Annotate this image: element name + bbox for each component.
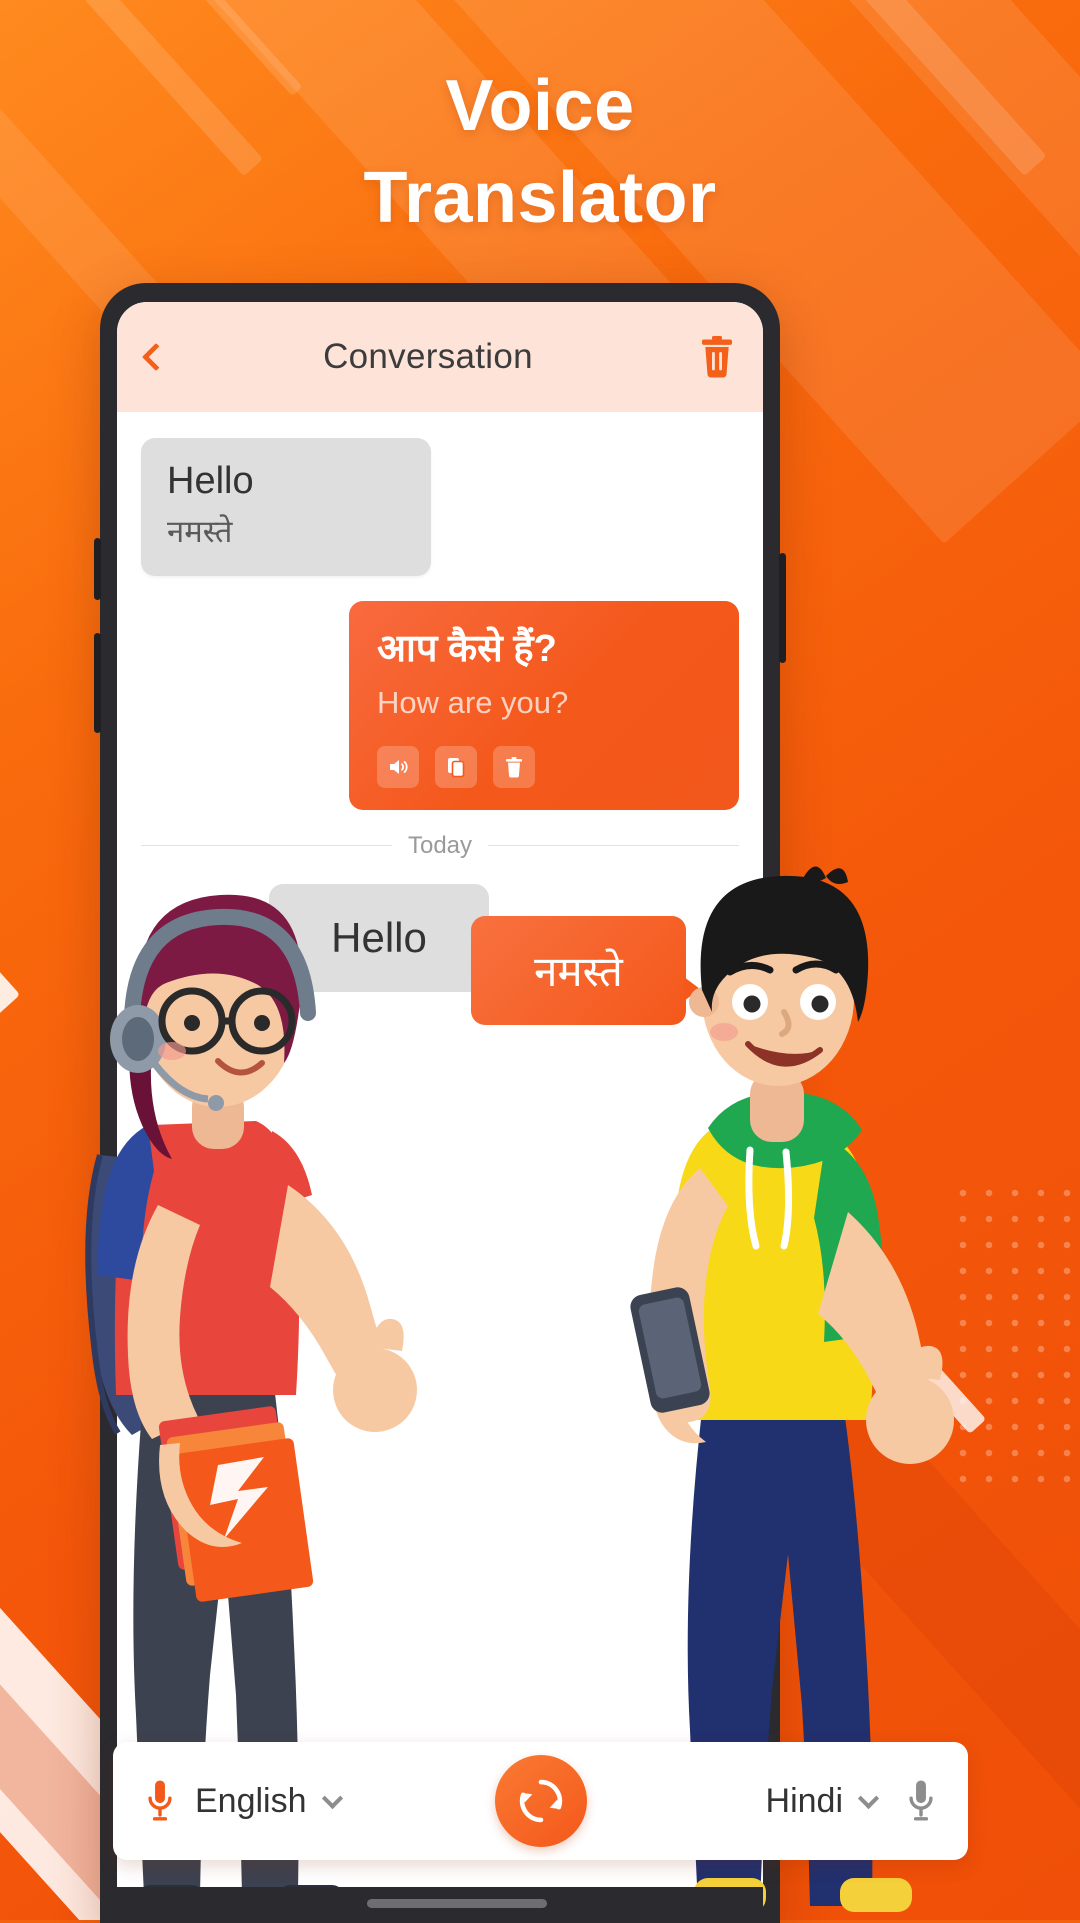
- source-language-label: English: [195, 1781, 307, 1820]
- speaker-icon: [390, 759, 408, 774]
- swap-refresh-icon: [519, 1779, 562, 1823]
- chevron-down-icon[interactable]: [321, 1787, 343, 1809]
- message-bubble-incoming[interactable]: Hello नमस्ते: [141, 438, 431, 576]
- microphone-icon[interactable]: [904, 1778, 938, 1824]
- clear-conversation-button[interactable]: [671, 302, 763, 412]
- page-title-line2: Translator: [363, 158, 717, 239]
- swap-languages-button[interactable]: [494, 1755, 587, 1847]
- chevron-left-icon: [141, 342, 171, 372]
- home-indicator: [367, 1899, 547, 1908]
- source-language-group[interactable]: English: [143, 1778, 495, 1824]
- copy-icon: [448, 757, 465, 777]
- app-bar: Conversation: [117, 302, 763, 412]
- delete-icon: [506, 756, 522, 778]
- message-source-text: आप कैसे हैं?: [377, 627, 557, 670]
- decorative-stripe: [0, 682, 21, 1018]
- phone-navigation-bar: [117, 1887, 763, 1923]
- target-language-group[interactable]: Hindi: [587, 1778, 939, 1824]
- target-language-label: Hindi: [765, 1781, 843, 1820]
- message-source-text: Hello: [167, 460, 254, 502]
- copy-message-button[interactable]: [435, 745, 477, 788]
- chevron-down-icon[interactable]: [857, 1787, 880, 1809]
- language-selection-bar: English Hindi: [113, 1742, 968, 1860]
- page-title-line1: Voice: [445, 66, 635, 146]
- speak-message-button[interactable]: [377, 745, 419, 788]
- message-translated-text: नमस्ते: [167, 513, 233, 549]
- app-bar-title: Conversation: [323, 337, 533, 376]
- message-actions: [377, 745, 711, 788]
- microphone-icon[interactable]: [143, 1778, 177, 1824]
- message-translated-text: How are you?: [377, 685, 569, 721]
- delete-message-button[interactable]: [493, 745, 535, 788]
- phone-side-button: [779, 553, 786, 663]
- back-button[interactable]: [117, 302, 195, 412]
- message-bubble-outgoing[interactable]: आप कैसे हैं? How are you?: [349, 600, 739, 810]
- page-title: Voice Translator: [0, 60, 1080, 244]
- trash-icon: [702, 336, 732, 378]
